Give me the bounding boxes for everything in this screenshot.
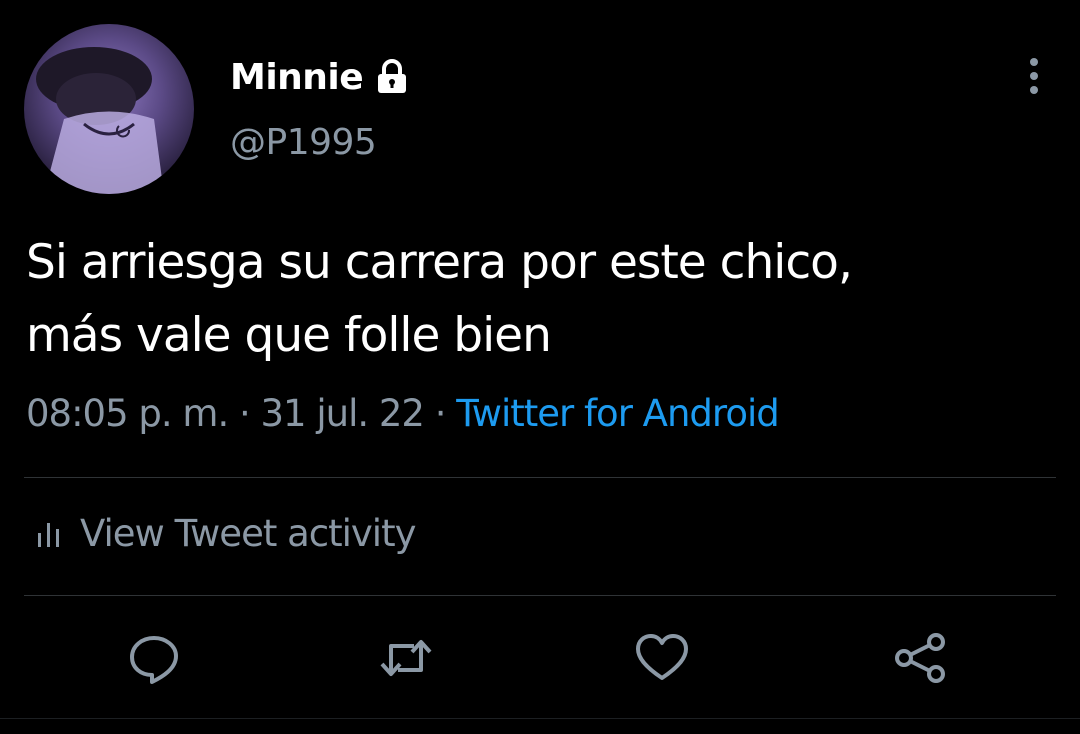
tweet-date[interactable]: 31 jul. 22 — [261, 392, 425, 435]
retweet-arrows-icon — [380, 640, 432, 676]
share-button[interactable] — [892, 630, 948, 686]
like-button[interactable] — [634, 630, 690, 686]
tweet-text-line: más vale que folle bien — [26, 308, 552, 363]
divider — [24, 477, 1056, 478]
tweet-text-line: Si arriesga su carrera por este chico, — [26, 235, 853, 290]
tweet-source-link[interactable]: Twitter for Android — [456, 392, 779, 435]
reply-button[interactable] — [126, 630, 182, 686]
tweet-text: Si arriesga su carrera por este chico, m… — [26, 226, 1056, 372]
retweet-button[interactable] — [378, 630, 434, 686]
heart-icon — [636, 634, 688, 680]
user-handle[interactable]: @P1995 — [230, 122, 377, 163]
tweet-meta: 08:05 p. m. · 31 jul. 22 · Twitter for A… — [26, 392, 780, 435]
share-icon — [895, 633, 945, 683]
tweet-time[interactable]: 08:05 p. m. — [26, 392, 229, 435]
activity-label: View Tweet activity — [80, 512, 416, 555]
lock-icon — [375, 59, 409, 95]
bar-chart-icon — [36, 519, 62, 549]
more-vertical-icon[interactable] — [1018, 54, 1050, 98]
tweet-detail: Minnie @P1995 Si arriesga su carrera por… — [0, 0, 1080, 734]
avatar[interactable] — [24, 24, 194, 194]
meta-separator: · — [238, 392, 251, 435]
view-tweet-activity-button[interactable]: View Tweet activity — [36, 512, 416, 555]
name-row: Minnie — [230, 52, 409, 102]
meta-separator: · — [434, 392, 447, 435]
divider — [0, 718, 1080, 719]
display-name[interactable]: Minnie — [230, 57, 364, 98]
divider — [24, 595, 1056, 596]
comment-bubble-icon — [130, 636, 178, 684]
